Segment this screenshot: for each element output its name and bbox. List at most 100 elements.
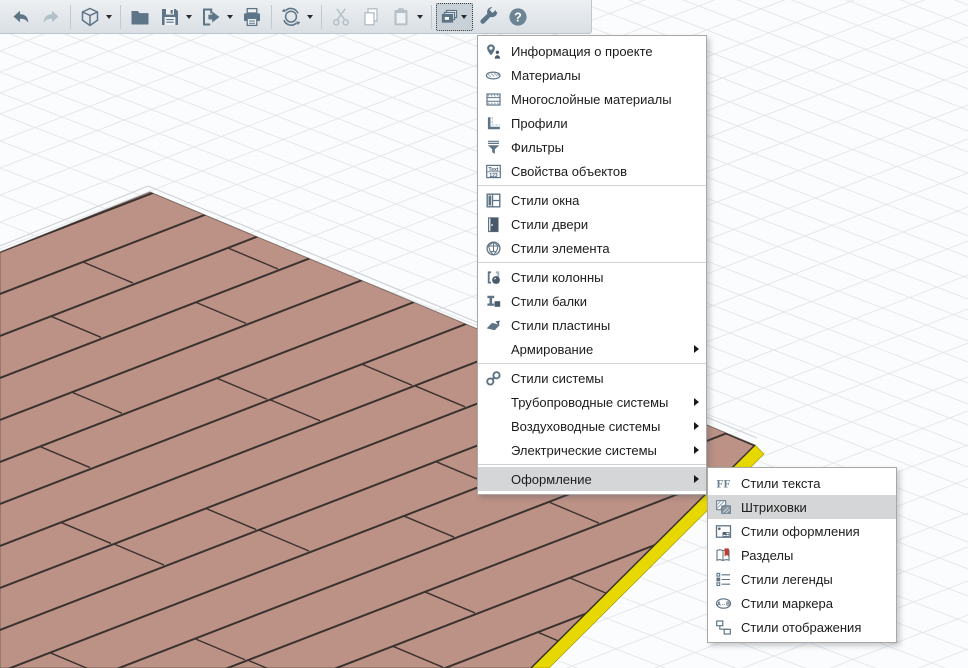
- wrench-icon: [477, 6, 499, 28]
- svg-text:123: 123: [489, 172, 498, 178]
- menu-item-drawing-styles[interactable]: Стили оформления: [708, 519, 896, 543]
- submenu-arrow-icon: [694, 446, 699, 454]
- menu-item-hatching[interactable]: Штриховки: [708, 495, 896, 519]
- toolbar-group: [6, 0, 66, 33]
- menu-item-object-properties[interactable]: Text123Свойства объектов: [478, 159, 706, 183]
- menu-item-label: Оформление: [511, 472, 694, 487]
- styles-manager-button[interactable]: [436, 3, 473, 31]
- object-properties-icon: Text123: [485, 163, 502, 180]
- toolbar-group: [276, 0, 317, 33]
- submenu-arrow-icon: [694, 422, 699, 430]
- save-dropdown-caret[interactable]: [186, 15, 192, 19]
- multilayer-materials-icon: [485, 91, 502, 108]
- menu-item-sections[interactable]: Разделы: [708, 543, 896, 567]
- menu-item-project-info[interactable]: Информация о проекте: [478, 39, 706, 63]
- export-icon: [200, 6, 222, 28]
- settings-button[interactable]: [473, 3, 503, 31]
- hatching-icon: [715, 499, 732, 516]
- copy-icon: [360, 6, 382, 28]
- project-info-icon: [485, 43, 502, 60]
- menu-item-label: Стили легенды: [741, 572, 890, 587]
- display-styles-icon: [715, 619, 732, 636]
- 3d-view-button[interactable]: [75, 3, 105, 31]
- menu-item-label: Фильтры: [511, 140, 700, 155]
- menu-item-legend-styles[interactable]: Стили легенды: [708, 567, 896, 591]
- help-button[interactable]: ?: [503, 3, 533, 31]
- export-dropdown-caret[interactable]: [227, 15, 233, 19]
- materials-icon: [485, 67, 502, 84]
- menu-item-system-styles[interactable]: Стили системы: [478, 366, 706, 390]
- menu-item-label: Электрические системы: [511, 443, 694, 458]
- menu-item-materials[interactable]: Материалы: [478, 63, 706, 87]
- no-icon: [485, 418, 502, 435]
- menu-item-label: Стили текста: [741, 476, 890, 491]
- menu-item-display-styles[interactable]: Стили отображения: [708, 615, 896, 639]
- dropdown-caret-icon[interactable]: [461, 15, 467, 19]
- menu-item-column-style[interactable]: Стили колонны: [478, 265, 706, 289]
- menu-item-18[interactable]: Воздуховодные системы: [478, 414, 706, 438]
- collaboration-dropdown-caret[interactable]: [307, 15, 313, 19]
- help-icon: ?: [507, 6, 529, 28]
- system-styles-icon: [485, 370, 502, 387]
- decoration-submenu: FF Стили текста Штриховки Стили оформления Р…: [707, 467, 897, 643]
- print-button[interactable]: [237, 3, 267, 31]
- paste-dropdown-caret[interactable]: [417, 15, 423, 19]
- menu-item-14[interactable]: Армирование: [478, 337, 706, 361]
- menu-item-label: Стили отображения: [741, 620, 890, 635]
- beam-style-icon: [485, 293, 502, 310]
- collaboration-button[interactable]: [276, 3, 306, 31]
- menu-item-door-style[interactable]: Стили двери: [478, 212, 706, 236]
- svg-text:FF: FF: [716, 478, 730, 490]
- menu-separator: [478, 363, 706, 364]
- menu-item-profiles[interactable]: Профили: [478, 111, 706, 135]
- menu-item-label: Многослойные материалы: [511, 92, 700, 107]
- element-style-icon: [485, 240, 502, 257]
- menu-item-marker-styles[interactable]: A↔BСтили маркера: [708, 591, 896, 615]
- cut-button[interactable]: [326, 3, 356, 31]
- menu-item-label: Информация о проекте: [511, 44, 700, 59]
- menu-item-text-styles[interactable]: FF Стили текста: [708, 471, 896, 495]
- svg-text:?: ?: [514, 10, 522, 24]
- menu-item-label: Материалы: [511, 68, 700, 83]
- window-style-icon: [485, 192, 502, 209]
- save-icon: [159, 6, 181, 28]
- export-button[interactable]: [196, 3, 226, 31]
- menu-item-17[interactable]: Трубопроводные системы: [478, 390, 706, 414]
- text-styles-icon: FF: [715, 475, 732, 492]
- menu-item-element-style[interactable]: Стили элемента: [478, 236, 706, 260]
- legend-styles-icon: [715, 571, 732, 588]
- undo-button[interactable]: [6, 3, 36, 31]
- sections-icon: [715, 547, 732, 564]
- menu-item-label: Стили двери: [511, 217, 700, 232]
- menu-item-window-style[interactable]: Стили окна: [478, 188, 706, 212]
- toolbar-group: ?: [436, 0, 533, 33]
- menu-item-label: Стили системы: [511, 371, 700, 386]
- paste-icon: [390, 6, 412, 28]
- 3d-view-dropdown-caret[interactable]: [106, 15, 112, 19]
- print-icon: [241, 6, 263, 28]
- submenu-arrow-icon: [694, 345, 699, 353]
- copy-button[interactable]: [356, 3, 386, 31]
- menu-item-19[interactable]: Электрические системы: [478, 438, 706, 462]
- no-icon: [485, 471, 502, 488]
- sync-icon: [280, 6, 302, 28]
- redo-button[interactable]: [36, 3, 66, 31]
- column-style-icon: [485, 269, 502, 286]
- menu-item-plate-style[interactable]: Стили пластины: [478, 313, 706, 337]
- toolbar-group: [326, 0, 427, 33]
- save-button[interactable]: [155, 3, 185, 31]
- menu-item-21[interactable]: Оформление: [478, 467, 706, 491]
- menu-item-filters[interactable]: Фильтры: [478, 135, 706, 159]
- profiles-icon: [485, 115, 502, 132]
- menu-item-beam-style[interactable]: Стили балки: [478, 289, 706, 313]
- no-icon: [485, 442, 502, 459]
- menu-item-label: Штриховки: [741, 500, 890, 515]
- undo-icon: [10, 6, 32, 28]
- menu-item-multilayer-materials[interactable]: Многослойные материалы: [478, 87, 706, 111]
- menu-item-label: Стили пластины: [511, 318, 700, 333]
- paste-button[interactable]: [386, 3, 416, 31]
- open-project-button[interactable]: [125, 3, 155, 31]
- drawing-styles-icon: [715, 523, 732, 540]
- menu-item-label: Разделы: [741, 548, 890, 563]
- toolbar-separator: [120, 5, 121, 29]
